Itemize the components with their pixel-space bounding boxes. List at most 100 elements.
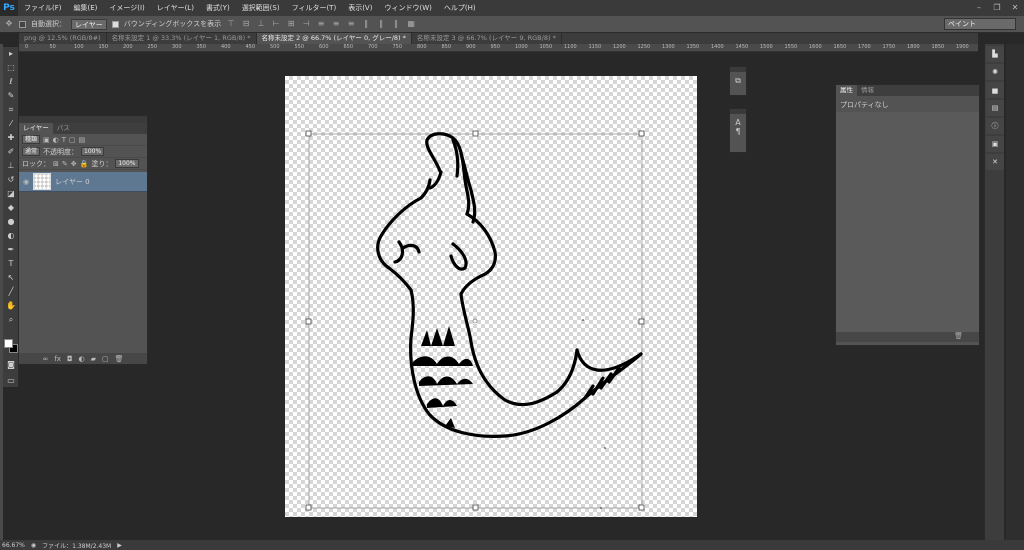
zoom-level[interactable]: 66.67% <box>2 542 25 549</box>
menu-view[interactable]: 表示(V) <box>342 3 378 13</box>
blend-mode-dropdown[interactable]: 通常 <box>22 147 41 156</box>
type-tool-icon[interactable]: T <box>3 257 19 271</box>
layer-row[interactable]: ◉ レイヤー 0 <box>19 172 147 192</box>
menu-select[interactable]: 選択範囲(S) <box>236 3 286 13</box>
close-icon[interactable]: ✕ <box>1008 2 1022 14</box>
distribute-right-icon[interactable]: ‖ <box>391 19 401 29</box>
dodge-tool-icon[interactable]: ◐ <box>3 229 19 243</box>
eraser-tool-icon[interactable]: ◪ <box>3 187 19 201</box>
layer-name[interactable]: レイヤー 0 <box>55 177 89 187</box>
distribute-vcenter-icon[interactable]: ≡ <box>331 19 341 29</box>
add-mask-icon[interactable]: ◘ <box>67 355 73 363</box>
menu-filter[interactable]: フィルター(T) <box>286 3 343 13</box>
lock-position-icon[interactable]: ✥ <box>71 160 77 168</box>
filter-kind-dropdown[interactable]: 種類 <box>22 135 41 144</box>
menu-layer[interactable]: レイヤー(L) <box>151 3 200 13</box>
zoom-tool-icon[interactable]: ⌕ <box>3 313 19 327</box>
brush-tool-icon[interactable]: ✐ <box>3 145 19 159</box>
filter-pixel-icon[interactable]: ▣ <box>43 136 50 144</box>
right-scroll-area[interactable] <box>1006 44 1024 540</box>
filter-adjustment-icon[interactable]: ◐ <box>53 136 59 144</box>
adjustments-panel-icon[interactable]: ▅ <box>986 82 1004 98</box>
paint-bucket-tool-icon[interactable]: ◆ <box>3 201 19 215</box>
history-icon[interactable]: ⧉ <box>730 76 746 86</box>
screen-mode-icon[interactable]: ▭ <box>3 374 19 388</box>
align-top-icon[interactable]: ⊤ <box>226 19 236 29</box>
new-group-icon[interactable]: ▰ <box>91 355 96 363</box>
swatches-panel-icon[interactable]: ✺ <box>986 64 1004 80</box>
menu-image[interactable]: イメージ(I) <box>103 3 150 13</box>
eyedropper-tool-icon[interactable]: ⁄ <box>3 117 19 131</box>
clone-stamp-tool-icon[interactable]: ⊥ <box>3 159 19 173</box>
path-select-tool-icon[interactable]: ↖ <box>3 271 19 285</box>
tab-document-png[interactable]: png @ 12.5% (RGB/8#) <box>19 33 107 44</box>
distribute-top-icon[interactable]: ≡ <box>316 19 326 29</box>
pen-tool-icon[interactable]: ✒ <box>3 243 19 257</box>
properties-panel-icon[interactable]: ▤ <box>986 100 1004 116</box>
blur-tool-icon[interactable]: ● <box>3 215 19 229</box>
line-tool-icon[interactable]: ╱ <box>3 285 19 299</box>
status-arrow-icon[interactable]: ▶ <box>117 542 122 549</box>
auto-align-icon[interactable]: ▦ <box>406 19 416 29</box>
tab-document-2[interactable]: 名称未設定 2 @ 66.7% (レイヤー 0, グレー/8) * <box>256 33 412 44</box>
crop-tool-icon[interactable]: ⌗ <box>3 103 19 117</box>
tab-document-1[interactable]: 名称未設定 1 @ 33.3% (レイヤー 1, RGB/8) * <box>107 33 257 44</box>
align-hcenter-icon[interactable]: ⊞ <box>286 19 296 29</box>
character-icon[interactable]: A <box>730 118 746 127</box>
tab-document-3[interactable]: 名称未設定 3 @ 66.7% (レイヤー 9, RGB/8) * <box>412 33 562 44</box>
color-panel-icon[interactable]: ▙ <box>986 46 1004 62</box>
align-vcenter-icon[interactable]: ⊟ <box>241 19 251 29</box>
menu-file[interactable]: ファイル(F) <box>18 3 68 13</box>
lock-all-icon[interactable]: 🔒 <box>80 160 89 168</box>
auto-select-dropdown[interactable]: レイヤー <box>71 18 107 30</box>
color-swatches[interactable] <box>4 339 18 353</box>
restore-icon[interactable]: ❐ <box>990 2 1004 14</box>
adjustment-layer-icon[interactable]: ◐ <box>78 355 84 363</box>
filter-type-icon[interactable]: T <box>62 136 66 144</box>
lasso-tool-icon[interactable]: ℓ <box>3 75 19 89</box>
panel-header-bar[interactable] <box>730 109 746 114</box>
bounding-box-checkbox[interactable] <box>111 20 119 28</box>
quick-mask-icon[interactable]: ◙ <box>3 358 19 372</box>
panel-header-bar[interactable] <box>730 67 746 72</box>
move-tool-icon[interactable]: ✥ <box>4 19 14 29</box>
lock-pixels-icon[interactable]: ✎ <box>62 160 68 168</box>
fill-input[interactable]: 100% <box>115 159 139 168</box>
align-right-icon[interactable]: ⊣ <box>301 19 311 29</box>
panel-header-bar[interactable] <box>19 116 147 123</box>
document-canvas[interactable] <box>285 76 697 517</box>
menu-window[interactable]: ウィンドウ(W) <box>378 3 437 13</box>
marquee-tool-icon[interactable]: ⬚ <box>3 61 19 75</box>
auto-select-checkbox[interactable] <box>19 20 26 28</box>
minimize-icon[interactable]: – <box>972 2 986 14</box>
delete-layer-icon[interactable]: 🗑 <box>115 355 124 363</box>
workspace-dropdown[interactable]: ペイント <box>944 18 1016 30</box>
link-layers-icon[interactable]: ∞ <box>42 355 48 363</box>
menu-type[interactable]: 書式(Y) <box>200 3 236 13</box>
visibility-eye-icon[interactable]: ◉ <box>23 178 29 186</box>
distribute-bottom-icon[interactable]: ≡ <box>346 19 356 29</box>
tools-preset-panel-icon[interactable]: ✕ <box>986 154 1004 170</box>
tab-paths[interactable]: パス <box>53 123 74 134</box>
move-tool-icon[interactable]: ▸ <box>3 47 19 61</box>
hand-tool-icon[interactable]: ✋ <box>3 299 19 313</box>
layer-style-icon[interactable]: fx <box>54 355 61 363</box>
menu-edit[interactable]: 編集(E) <box>68 3 104 13</box>
align-left-icon[interactable]: ⊢ <box>271 19 281 29</box>
filter-shape-icon[interactable]: ▢ <box>69 136 76 144</box>
paragraph-icon[interactable]: ¶ <box>730 127 746 136</box>
align-bottom-icon[interactable]: ⊥ <box>256 19 266 29</box>
new-layer-icon[interactable]: ▢ <box>102 355 109 363</box>
history-brush-tool-icon[interactable]: ↺ <box>3 173 19 187</box>
healing-tool-icon[interactable]: ✚ <box>3 131 19 145</box>
distribute-hcenter-icon[interactable]: ‖ <box>376 19 386 29</box>
menu-help[interactable]: ヘルプ(H) <box>438 3 482 13</box>
foreground-color-swatch[interactable] <box>4 339 13 348</box>
quick-select-tool-icon[interactable]: ✎ <box>3 89 19 103</box>
distribute-left-icon[interactable]: ‖ <box>361 19 371 29</box>
properties-delete-icon[interactable]: 🗑 <box>836 332 979 342</box>
lock-transparency-icon[interactable]: ⊠ <box>53 160 59 168</box>
filter-smart-object-icon[interactable]: ▤ <box>79 136 86 144</box>
tab-properties[interactable]: 属性 <box>836 85 857 96</box>
navigator-panel-icon[interactable]: ▣ <box>986 136 1004 152</box>
